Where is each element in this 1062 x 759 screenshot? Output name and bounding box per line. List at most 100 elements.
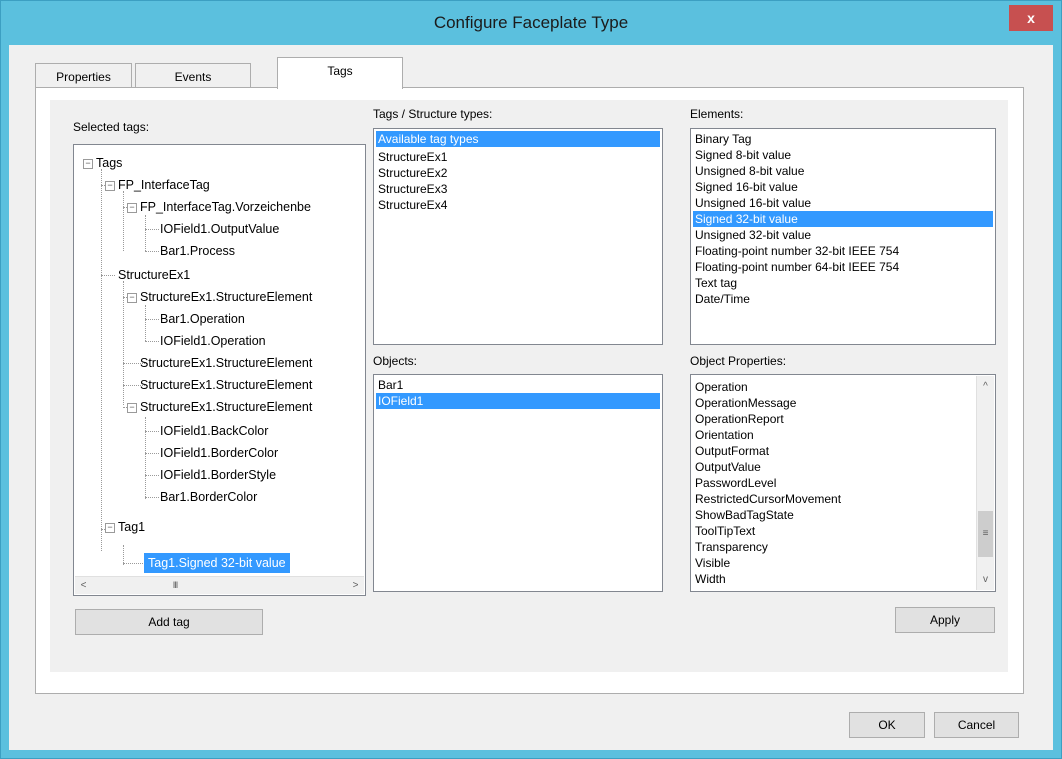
selected-tags-label: Selected tags: [73, 120, 150, 134]
tree-line [145, 229, 159, 230]
scroll-up-icon[interactable]: ^ [977, 378, 994, 395]
elements-list[interactable]: Binary Tag Signed 8-bit value Unsigned 8… [690, 128, 996, 345]
scrollbar-thumb[interactable]: III [155, 577, 195, 594]
list-item-selected[interactable]: Available tag types [376, 131, 660, 147]
list-item[interactable]: OperationReport [693, 411, 975, 427]
tree-line [101, 275, 115, 276]
tree-node[interactable]: IOField1.BorderStyle [160, 467, 276, 483]
tree-node[interactable]: StructureEx1.StructureElement [140, 377, 312, 393]
tag-types-list[interactable]: Available tag types StructureEx1 Structu… [373, 128, 663, 345]
elements-label: Elements: [690, 107, 744, 121]
objects-list[interactable]: Bar1 IOField1 [373, 374, 663, 592]
object-properties-label: Object Properties: [690, 354, 787, 368]
tree-line [145, 475, 159, 476]
scroll-right-icon[interactable]: > [347, 577, 364, 594]
list-item[interactable]: Bar1 [376, 377, 660, 393]
list-item[interactable]: ShowBadTagState [693, 507, 975, 523]
tree-node[interactable]: IOField1.OutputValue [160, 221, 279, 237]
ok-button[interactable]: OK [849, 712, 925, 738]
objects-label: Objects: [373, 354, 418, 368]
tag-types-label: Tags / Structure types: [373, 107, 493, 121]
tree-node[interactable]: StructureEx1 [118, 267, 190, 283]
tree-line [123, 281, 124, 405]
tree-node[interactable]: IOField1.BorderColor [160, 445, 278, 461]
selected-tags-tree[interactable]: − − − − − − − Tags FP_InterfaceTag FP_In… [73, 144, 366, 596]
list-item-selected[interactable]: Signed 32-bit value [693, 211, 993, 227]
tree-node[interactable]: Bar1.Process [160, 243, 235, 259]
collapse-icon[interactable]: − [83, 159, 93, 169]
tree-line [123, 563, 143, 564]
collapse-icon[interactable]: − [105, 523, 115, 533]
list-item[interactable]: Date/Time [693, 291, 993, 307]
list-item[interactable]: Width [693, 571, 975, 587]
list-item[interactable]: Binary Tag [693, 131, 993, 147]
list-item[interactable]: Signed 8-bit value [693, 147, 993, 163]
add-tag-button[interactable]: Add tag [75, 609, 263, 635]
tree-line [145, 319, 159, 320]
list-item[interactable]: Orientation [693, 427, 975, 443]
tree-node[interactable]: StructureEx1.StructureElement [140, 355, 312, 371]
tree-line [145, 497, 159, 498]
list-item[interactable]: RestrictedCursorMovement [693, 491, 975, 507]
title-bar[interactable]: Configure Faceplate Type x [1, 1, 1061, 45]
tree-line [145, 417, 146, 499]
tree-node[interactable]: IOField1.BackColor [160, 423, 268, 439]
scroll-down-icon[interactable]: v [977, 571, 994, 588]
tab-properties[interactable]: Properties [35, 63, 132, 88]
list-item[interactable]: OutputValue [693, 459, 975, 475]
list-item[interactable]: Signed 16-bit value [693, 179, 993, 195]
list-item[interactable]: ToolTipText [693, 523, 975, 539]
list-item[interactable]: OutputFormat [693, 443, 975, 459]
apply-button[interactable]: Apply [895, 607, 995, 633]
list-item[interactable]: StructureEx2 [376, 165, 660, 181]
list-item[interactable]: Transparency [693, 539, 975, 555]
list-item[interactable]: Operation [693, 379, 975, 395]
collapse-icon[interactable]: − [127, 403, 137, 413]
tree-node[interactable]: FP_InterfaceTag.Vorzeichenbe [140, 199, 311, 215]
collapse-icon[interactable]: − [127, 293, 137, 303]
tree-line [145, 251, 159, 252]
list-item[interactable]: Visible [693, 555, 975, 571]
horizontal-scrollbar[interactable]: < III > [75, 576, 364, 594]
tree-node[interactable]: Bar1.BorderColor [160, 489, 257, 505]
tree-node[interactable]: Tag1 [118, 519, 145, 535]
tree-line [145, 215, 146, 251]
list-item[interactable]: StructureEx1 [376, 149, 660, 165]
tree-node[interactable]: StructureEx1.StructureElement [140, 399, 312, 415]
tree-node-selected[interactable]: Tag1.Signed 32-bit value [144, 553, 290, 573]
list-item[interactable]: OperationMessage [693, 395, 975, 411]
collapse-icon[interactable]: − [105, 181, 115, 191]
tab-tags[interactable]: Tags [277, 57, 403, 89]
tags-tab-panel: Selected tags: − − − − − − Tags FP_Inter… [35, 87, 1024, 694]
collapse-icon[interactable]: − [127, 203, 137, 213]
tree-node[interactable]: Tags [96, 155, 122, 171]
vertical-scrollbar[interactable]: ^ ≡ v [976, 376, 994, 590]
tree-node[interactable]: Bar1.Operation [160, 311, 245, 327]
list-item[interactable]: Unsigned 8-bit value [693, 163, 993, 179]
list-item[interactable]: StructureEx4 [376, 197, 660, 213]
tree-line [101, 169, 102, 551]
list-item[interactable]: StructureEx3 [376, 181, 660, 197]
dialog-client-area: Properties Events Tags Selected tags: − … [9, 45, 1053, 750]
tree-line [145, 431, 159, 432]
scroll-left-icon[interactable]: < [75, 577, 92, 594]
object-properties-list[interactable]: Operation OperationMessage OperationRepo… [690, 374, 996, 592]
tree-node[interactable]: IOField1.Operation [160, 333, 266, 349]
list-item[interactable]: Unsigned 32-bit value [693, 227, 993, 243]
tab-events[interactable]: Events [135, 63, 251, 88]
list-item[interactable]: Floating-point number 32-bit IEEE 754 [693, 243, 993, 259]
list-item[interactable]: Floating-point number 64-bit IEEE 754 [693, 259, 993, 275]
scrollbar-thumb[interactable]: ≡ [978, 511, 993, 557]
list-item-selected[interactable]: IOField1 [376, 393, 660, 409]
tree-node[interactable]: StructureEx1.StructureElement [140, 289, 312, 305]
list-item[interactable]: PasswordLevel [693, 475, 975, 491]
tags-panel-content: Selected tags: − − − − − − Tags FP_Inter… [50, 100, 1008, 672]
cancel-button[interactable]: Cancel [934, 712, 1019, 738]
close-button[interactable]: x [1009, 5, 1053, 31]
list-item[interactable]: Unsigned 16-bit value [693, 195, 993, 211]
tree-node[interactable]: FP_InterfaceTag [118, 177, 210, 193]
tree-line [145, 305, 146, 341]
list-item[interactable]: Text tag [693, 275, 993, 291]
dialog-window: Configure Faceplate Type x Properties Ev… [0, 0, 1062, 759]
tree-line [145, 453, 159, 454]
